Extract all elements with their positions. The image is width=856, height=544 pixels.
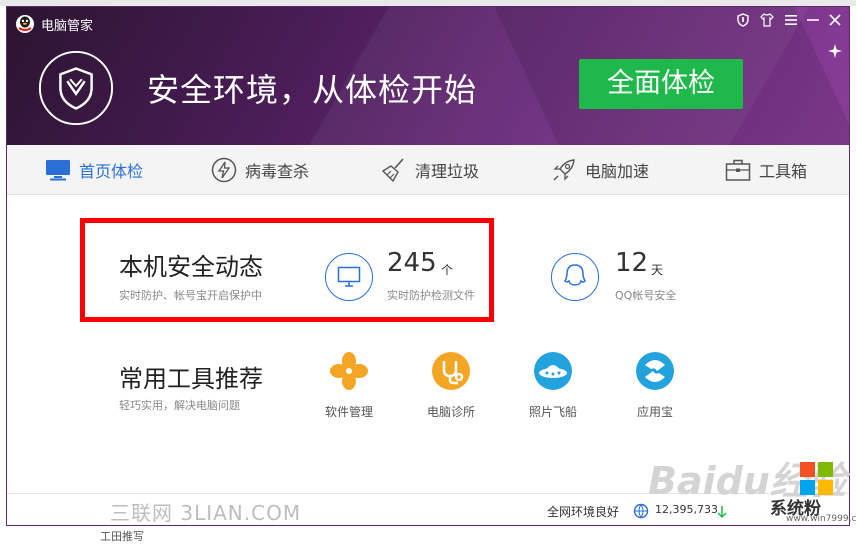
tools-subtitle: 轻巧实用，解决电脑问题: [119, 399, 240, 412]
nav-item-virus-scan[interactable]: 病毒查杀: [211, 145, 309, 195]
system-watermark-url: www.win7999.com: [786, 514, 856, 524]
tool-pc-clinic[interactable]: 电脑诊所: [411, 351, 491, 420]
tool-label: 电脑诊所: [426, 405, 475, 419]
main-nav: 首页体检 病毒查杀 清理垃圾 电脑加速 工具箱: [7, 145, 849, 195]
nav-label: 首页体检: [79, 162, 144, 181]
clover-icon: [330, 352, 368, 390]
app-header: 电脑管家 安全环境，从体检开始 全面体检: [7, 7, 849, 145]
appstore-icon: [636, 352, 674, 390]
highlight-box: [80, 218, 494, 322]
shield-logo-icon: [38, 50, 114, 126]
nav-label: 病毒查杀: [245, 162, 310, 181]
rocket-icon: [553, 159, 575, 181]
tool-label: 软件管理: [324, 405, 373, 419]
qq-account-stat[interactable]: [551, 253, 599, 301]
sanlian-watermark: 三联网 3LIAN.COM: [110, 501, 302, 525]
toolbox-icon: [725, 159, 751, 181]
ufo-icon: [534, 352, 572, 390]
monitor-icon: [46, 160, 70, 181]
network-status: 全网环境良好: [547, 505, 620, 519]
skin-shirt-icon[interactable]: [757, 13, 777, 33]
sparkle-icon[interactable]: [827, 43, 843, 59]
tools-title: 常用工具推荐: [119, 365, 263, 393]
tool-app-store[interactable]: 应用宝: [615, 351, 695, 420]
globe-icon: [633, 503, 649, 519]
tool-photo-ship[interactable]: 照片飞船: [513, 351, 593, 420]
full-scan-button[interactable]: 全面体检: [579, 59, 743, 109]
qq-safe-days: 12: [615, 248, 649, 278]
qq-days-unit: 天: [651, 263, 664, 277]
menu-icon[interactable]: [781, 13, 801, 33]
broom-icon: [381, 158, 404, 183]
partial-background-text: 工田推写: [100, 530, 144, 543]
nav-label: 清理垃圾: [415, 162, 480, 181]
tool-label: 照片飞船: [528, 405, 577, 419]
penguin-logo-icon: [16, 15, 34, 33]
qq-safe-label: QQ帐号安全: [615, 289, 677, 302]
stethoscope-icon: [432, 352, 470, 390]
nav-item-home-scan[interactable]: 首页体检: [45, 145, 143, 195]
minimize-icon[interactable]: [803, 13, 823, 33]
shield-menu-icon[interactable]: [733, 13, 753, 33]
nav-item-clean-junk[interactable]: 清理垃圾: [381, 145, 479, 195]
app-title: 电脑管家: [41, 19, 94, 34]
tool-software-manager[interactable]: 软件管理: [309, 351, 389, 420]
title-bar: 电脑管家: [7, 7, 849, 58]
nav-label: 工具箱: [759, 162, 808, 181]
nav-label: 电脑加速: [585, 162, 650, 181]
tool-label: 应用宝: [636, 405, 673, 419]
arrow-down-icon: [717, 506, 727, 519]
windows-logo-icon: [800, 462, 834, 496]
nav-item-toolbox[interactable]: 工具箱: [725, 145, 807, 195]
nav-item-speed-up[interactable]: 电脑加速: [551, 145, 649, 195]
close-icon[interactable]: [825, 13, 845, 33]
penguin-icon: [564, 264, 586, 286]
header-slogan: 安全环境，从体检开始: [147, 71, 478, 109]
lightning-icon: [211, 157, 237, 183]
